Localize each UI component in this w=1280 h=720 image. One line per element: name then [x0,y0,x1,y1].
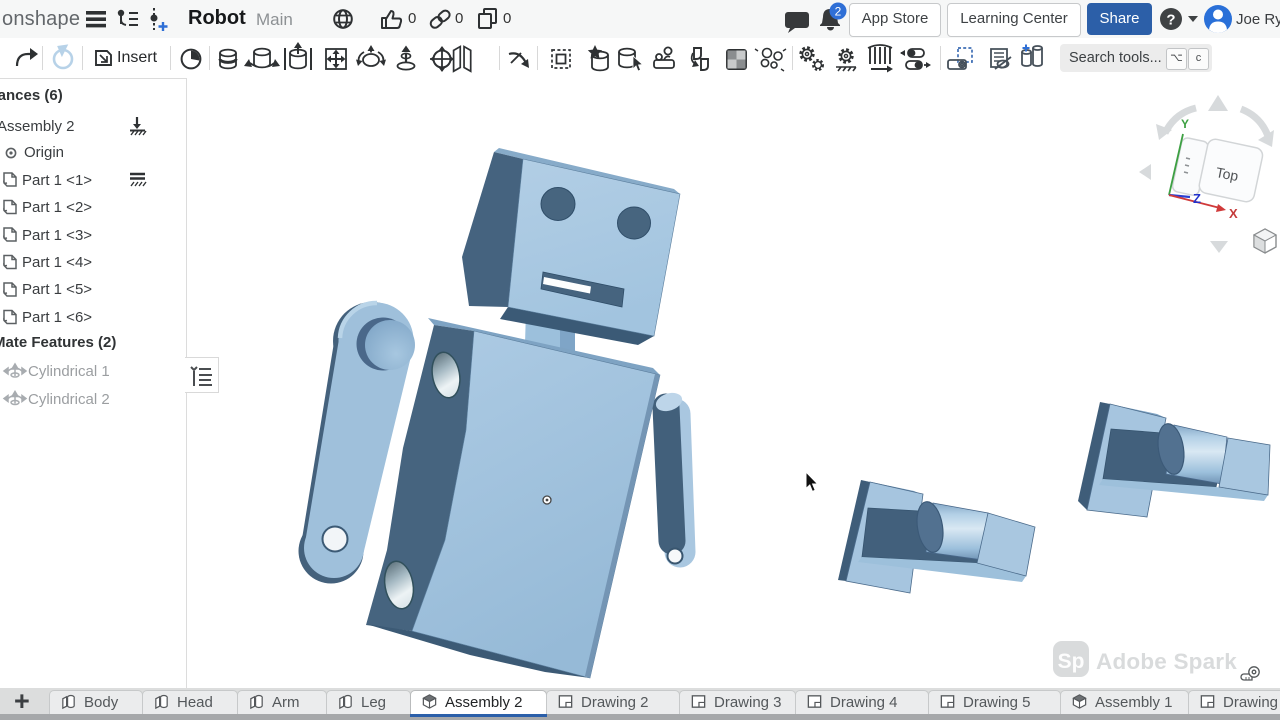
svg-text:2: 2 [835,5,842,19]
svg-text:Y: Y [1181,117,1189,131]
svg-text:Adobe Spark: Adobe Spark [1096,649,1237,674]
svg-text:Sp: Sp [1058,650,1085,673]
svg-text:X: X [1229,206,1238,221]
svg-text:Z: Z [1193,191,1201,206]
svg-text:?: ? [1166,12,1175,29]
